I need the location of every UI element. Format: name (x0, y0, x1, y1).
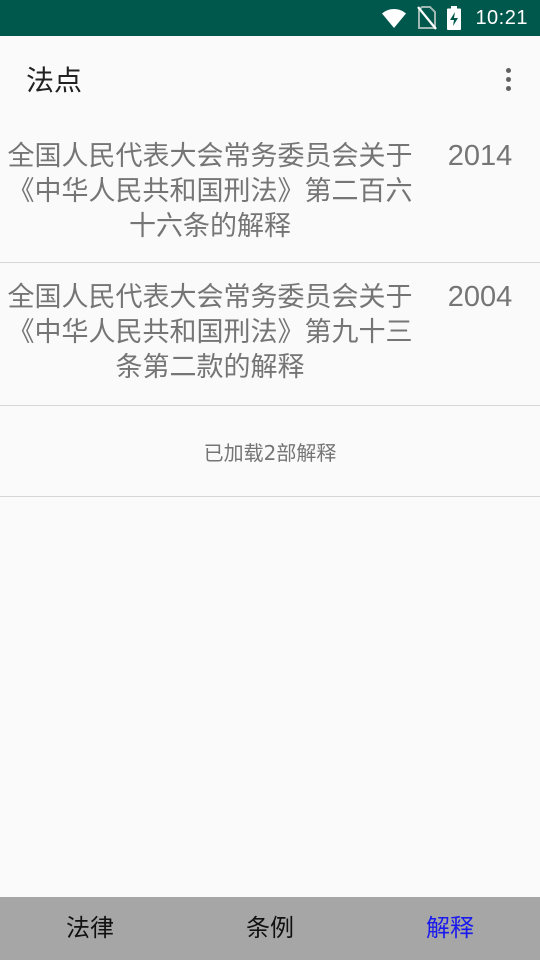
overflow-dot (505, 85, 511, 91)
interpretation-title: 全国人民代表大会常务委员会关于《中华人民共和国刑法》第九十三条第二款的解释 (7, 282, 413, 383)
overflow-dot (505, 67, 511, 73)
tab-regulations[interactable]: 条例 (180, 897, 360, 960)
battery-charging-icon (447, 6, 462, 30)
overflow-dot (505, 76, 511, 82)
app-bar: 法点 (0, 36, 540, 122)
no-sim-icon (417, 6, 438, 30)
tab-interpretations[interactable]: 解释 (360, 897, 540, 960)
interpretation-title: 全国人民代表大会常务委员会关于《中华人民共和国刑法》第二百六十六条的解释 (7, 141, 413, 242)
bottom-nav: 法律 条例 解释 (0, 897, 540, 960)
list-item[interactable]: 全国人民代表大会常务委员会关于《中华人民共和国刑法》第九十三条第二款的解释 20… (0, 263, 540, 406)
tab-laws[interactable]: 法律 (0, 897, 180, 960)
interpretation-list: 全国人民代表大会常务委员会关于《中华人民共和国刑法》第二百六十六条的解释 201… (0, 122, 540, 497)
list-item[interactable]: 全国人民代表大会常务委员会关于《中华人民共和国刑法》第二百六十六条的解释 201… (0, 122, 540, 263)
wifi-icon (381, 7, 407, 29)
interpretation-year: 2004 (447, 281, 513, 313)
status-bar: 10:21 (0, 0, 540, 36)
more-vert-icon[interactable] (494, 55, 522, 103)
status-time: 10:21 (475, 6, 528, 29)
loaded-count-text: 已加载2部解释 (0, 406, 540, 497)
interpretation-year: 2014 (447, 140, 513, 172)
app-title: 法点 (26, 64, 83, 97)
